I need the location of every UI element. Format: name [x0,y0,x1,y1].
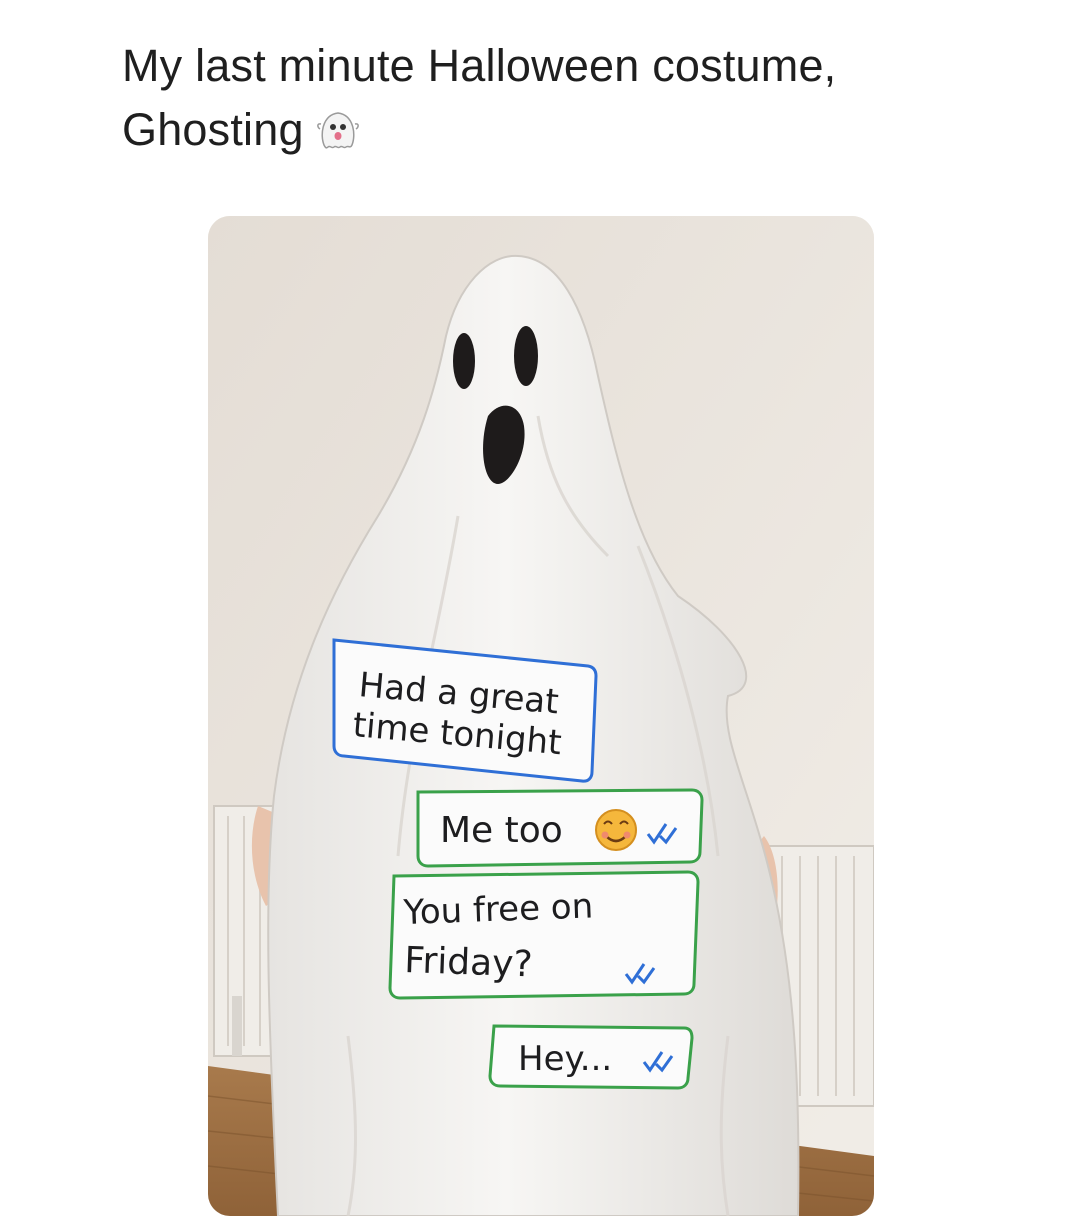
caption-line-2: Ghosting [122,98,1022,162]
caption-line-1: My last minute Halloween costume, [122,40,837,91]
svg-text:Friday?: Friday? [404,940,534,985]
message-bubble-2: Me too [416,788,704,868]
ghost-left-eye [453,333,475,389]
message-2-text: Me too [440,810,563,851]
message-bubble-4: Hey... [488,1024,694,1090]
caption-word: Ghosting [122,104,304,155]
post-caption: My last minute Halloween costume, Ghosti… [122,34,1022,162]
ghost-right-eye [514,326,538,386]
smiling-face-emoji-icon [595,809,637,851]
message-3-line-1: You free on [402,886,594,933]
ghost-emoji-icon [316,112,359,149]
message-3-line-2: Friday? [404,940,534,985]
message-bubble-3: You free on Friday? [388,870,700,1000]
costume-photo: Had a great time tonight Me too You free… [208,216,874,1216]
svg-text:You free on: You free on [402,886,594,933]
costume-photo-drawing: Had a great time tonight Me too You free… [208,216,874,1216]
message-4-text: Hey... [518,1039,612,1079]
